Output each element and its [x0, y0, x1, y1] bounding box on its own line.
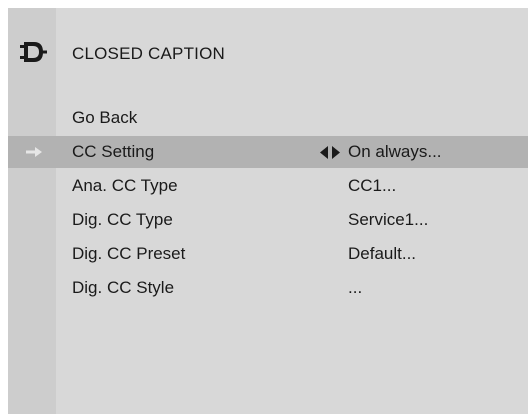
- menu-item-dig-cc-style[interactable]: Dig. CC Style ...: [8, 272, 528, 304]
- arrow-right-icon: [26, 147, 42, 157]
- menu-item-value: On always...: [348, 142, 442, 161]
- menu-item-dig-cc-preset[interactable]: Dig. CC Preset Default...: [8, 238, 528, 270]
- plug-connector-icon: [20, 42, 47, 62]
- menu-item-value: Service1...: [348, 210, 429, 229]
- left-right-arrows-icon[interactable]: [320, 146, 340, 159]
- menu-item-dig-cc-type[interactable]: Dig. CC Type Service1...: [8, 204, 528, 236]
- menu-item-label: Dig. CC Type: [72, 210, 173, 229]
- menu-item-go-back[interactable]: Go Back: [8, 102, 528, 134]
- menu-item-label: Dig. CC Preset: [72, 244, 186, 263]
- menu-item-value: CC1...: [348, 176, 397, 195]
- menu-item-ana-cc-type[interactable]: Ana. CC Type CC1...: [8, 170, 528, 202]
- menu-item-label: CC Setting: [72, 142, 155, 161]
- menu-item-label: Ana. CC Type: [72, 176, 178, 195]
- menu-item-value: Default...: [348, 244, 417, 263]
- menu-item-label: Go Back: [72, 108, 138, 127]
- menu-item-label: Dig. CC Style: [72, 278, 175, 297]
- menu-item-cc-setting[interactable]: CC Setting On always...: [8, 136, 528, 168]
- page-title: CLOSED CAPTION: [72, 44, 225, 63]
- menu-item-value: ...: [348, 278, 363, 297]
